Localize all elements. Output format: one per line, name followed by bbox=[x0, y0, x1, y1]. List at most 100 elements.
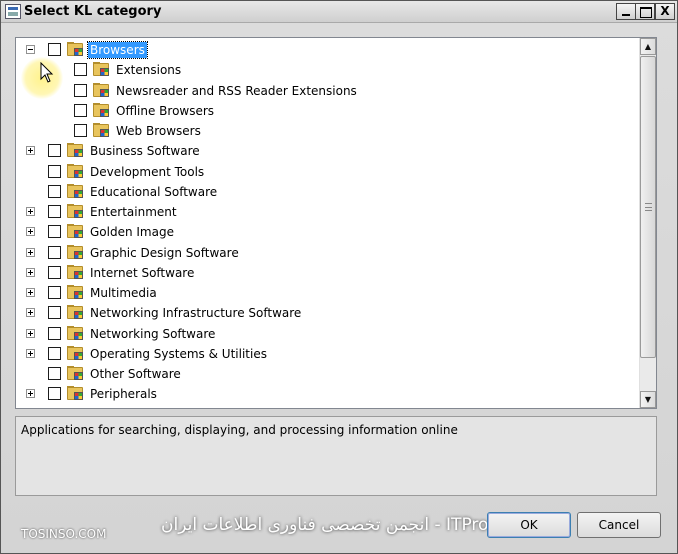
expand-icon[interactable] bbox=[26, 328, 35, 338]
collapse-icon[interactable] bbox=[26, 45, 35, 54]
ok-button[interactable]: OK bbox=[487, 512, 571, 538]
scroll-thumb[interactable] bbox=[640, 56, 656, 358]
tree-item[interactable]: Operating Systems & Utilities bbox=[16, 344, 638, 364]
expand-icon[interactable] bbox=[26, 207, 35, 216]
category-folder-icon bbox=[67, 42, 85, 57]
tree-item[interactable]: Entertainment bbox=[16, 202, 638, 222]
expand-icon[interactable] bbox=[26, 247, 35, 257]
tree-item[interactable]: Networking Infrastructure Software bbox=[16, 303, 638, 323]
tree-item[interactable]: Peripherals bbox=[16, 384, 638, 404]
category-folder-icon bbox=[93, 62, 111, 77]
scroll-grip-icon bbox=[645, 203, 652, 211]
expand-icon[interactable] bbox=[26, 308, 35, 318]
category-folder-icon bbox=[67, 345, 85, 361]
expand-icon[interactable] bbox=[26, 288, 35, 297]
tree-item[interactable]: Development Tools bbox=[16, 162, 638, 182]
tree-item-checkbox[interactable] bbox=[74, 83, 87, 97]
tree-item-label[interactable]: Extensions bbox=[114, 62, 183, 78]
description-box: Applications for searching, displaying, … bbox=[15, 416, 657, 496]
category-folder-icon bbox=[67, 143, 85, 158]
tree-item[interactable]: Offline Browsers bbox=[16, 101, 638, 121]
expand-icon[interactable] bbox=[26, 348, 35, 358]
tree-item-checkbox[interactable] bbox=[48, 367, 61, 380]
expand-icon[interactable] bbox=[26, 389, 35, 399]
tree-item-checkbox[interactable] bbox=[48, 144, 61, 158]
tree-item-label[interactable]: Operating Systems & Utilities bbox=[88, 346, 269, 362]
category-folder-icon bbox=[67, 204, 85, 219]
tree-item[interactable]: Business Software bbox=[16, 141, 638, 161]
scroll-up-arrow-icon[interactable]: ▲ bbox=[640, 38, 656, 55]
tree-item-label[interactable]: Networking Software bbox=[88, 326, 217, 342]
tree-item[interactable]: Other Software bbox=[16, 364, 638, 384]
tree-item-label[interactable]: Offline Browsers bbox=[114, 103, 216, 119]
minimize-button[interactable] bbox=[616, 3, 636, 20]
tree-item[interactable]: Golden Image bbox=[16, 222, 638, 242]
tree-item[interactable]: Graphic Design Software bbox=[16, 243, 638, 263]
category-folder-icon bbox=[67, 183, 85, 199]
watermark-tosinso: TOSINSO.COM bbox=[21, 527, 107, 541]
category-folder-icon bbox=[67, 244, 85, 260]
tree-item[interactable]: Multimedia bbox=[16, 283, 638, 303]
tree-item-label[interactable]: Educational Software bbox=[88, 184, 219, 200]
tree-item-checkbox[interactable] bbox=[48, 225, 61, 239]
expand-icon[interactable] bbox=[26, 146, 35, 156]
cancel-button[interactable]: Cancel bbox=[577, 512, 661, 538]
mouse-cursor-icon bbox=[40, 62, 54, 83]
tree-item-checkbox[interactable] bbox=[48, 306, 61, 320]
tree-item-label[interactable]: Networking Infrastructure Software bbox=[88, 305, 303, 321]
tree-item[interactable]: Educational Software bbox=[16, 182, 638, 202]
close-icon: X bbox=[660, 4, 670, 18]
tree-item-checkbox[interactable] bbox=[48, 346, 61, 360]
category-tree[interactable]: ▲ ▼ Browsers Extensions Newsreader and RSS… bbox=[15, 37, 657, 409]
select-kl-category-dialog: Select KL category X ▲ ▼ Browsers Extensi… bbox=[0, 0, 678, 554]
tree-item-label[interactable]: Graphic Design Software bbox=[88, 245, 241, 261]
tree-item-checkbox[interactable] bbox=[48, 245, 61, 259]
category-folder-icon bbox=[67, 366, 85, 381]
description-text: Applications for searching, displaying, … bbox=[21, 423, 458, 437]
tree-item[interactable]: Newsreader and RSS Reader Extensions bbox=[16, 81, 638, 101]
tree-item-checkbox[interactable] bbox=[48, 205, 61, 218]
tree-item-label[interactable]: Business Software bbox=[88, 143, 202, 159]
tree-scrollbar[interactable]: ▲ ▼ bbox=[639, 38, 656, 408]
tree-item-checkbox[interactable] bbox=[48, 184, 61, 198]
tree-item-checkbox[interactable] bbox=[48, 326, 61, 340]
tree-item[interactable]: Extensions bbox=[16, 60, 638, 80]
tree-item[interactable]: Web Browsers bbox=[16, 121, 638, 141]
tree-item-checkbox[interactable] bbox=[48, 387, 61, 401]
maximize-button[interactable] bbox=[635, 3, 655, 20]
window-title: Select KL category bbox=[24, 4, 162, 19]
title-bar[interactable]: Select KL category X bbox=[1, 1, 677, 23]
tree-item-label[interactable]: Golden Image bbox=[88, 224, 176, 240]
tree-item-checkbox[interactable] bbox=[48, 286, 61, 299]
tree-item[interactable]: Internet Software bbox=[16, 263, 638, 283]
category-folder-icon bbox=[67, 264, 85, 280]
app-icon bbox=[5, 4, 21, 19]
tree-item[interactable]: Browsers bbox=[16, 40, 638, 60]
category-folder-icon bbox=[67, 386, 85, 401]
tree-item-checkbox[interactable] bbox=[48, 164, 61, 178]
tree-item-label[interactable]: Peripherals bbox=[88, 386, 159, 402]
tree-item-label[interactable]: Internet Software bbox=[88, 265, 196, 281]
tree-item-label[interactable]: Browsers bbox=[87, 41, 148, 59]
tree-item-label[interactable]: Newsreader and RSS Reader Extensions bbox=[114, 83, 359, 99]
tree-item-checkbox[interactable] bbox=[74, 124, 87, 137]
tree-item-label[interactable]: Development Tools bbox=[88, 164, 206, 180]
tree-item[interactable]: Networking Software bbox=[16, 324, 638, 344]
tree-item-label[interactable]: Web Browsers bbox=[114, 123, 203, 139]
tree-item-checkbox[interactable] bbox=[74, 63, 87, 77]
expand-icon[interactable] bbox=[26, 227, 35, 237]
category-folder-icon bbox=[93, 82, 111, 98]
category-folder-icon bbox=[67, 305, 85, 320]
expand-icon[interactable] bbox=[26, 267, 35, 277]
category-folder-icon bbox=[67, 224, 85, 239]
tree-item-checkbox[interactable] bbox=[48, 265, 61, 279]
tree-item-checkbox[interactable] bbox=[74, 103, 87, 117]
category-folder-icon bbox=[67, 163, 85, 179]
tree-item-checkbox[interactable] bbox=[48, 43, 61, 56]
close-button[interactable]: X bbox=[655, 3, 675, 20]
tree-item-label[interactable]: Entertainment bbox=[88, 204, 179, 220]
scroll-down-arrow-icon[interactable]: ▼ bbox=[640, 391, 656, 408]
tree-item-label[interactable]: Multimedia bbox=[88, 285, 159, 301]
tree-item-label[interactable]: Other Software bbox=[88, 366, 183, 382]
category-folder-icon bbox=[67, 325, 85, 341]
